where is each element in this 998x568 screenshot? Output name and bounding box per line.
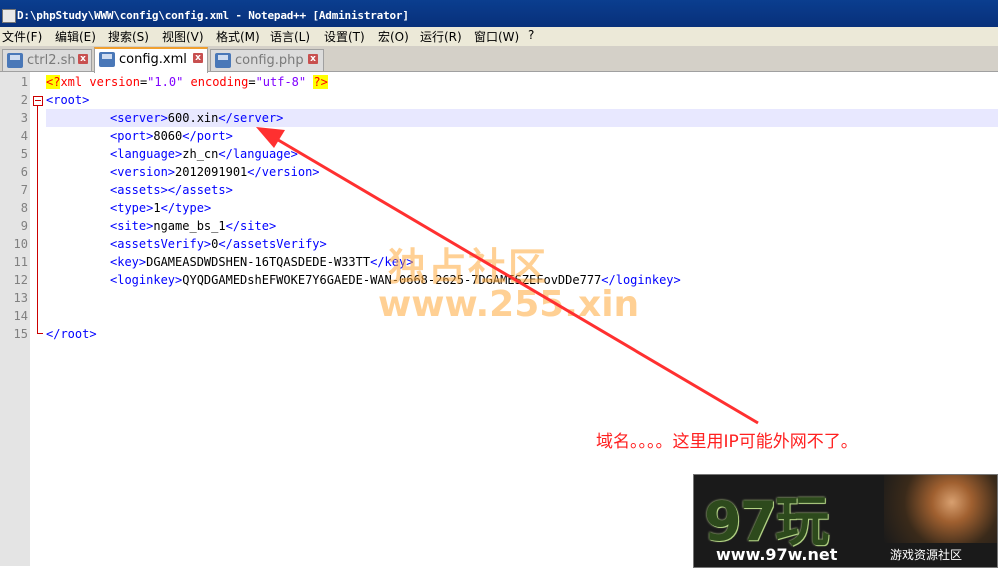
- watermark-url: www.255.xin: [378, 284, 640, 325]
- code-line-10: <assetsVerify>0</assetsVerify>: [110, 237, 327, 251]
- badge-url: www.97w.net: [716, 545, 838, 564]
- line-number-gutter: 1 2 3 4 5 6 7 8 9 10 11 12 13 14 15: [0, 72, 30, 566]
- menu-bar: 文件(F) 编辑(E) 搜索(S) 视图(V) 格式(M) 语言(L) 设置(T…: [0, 27, 998, 46]
- tab-config-php[interactable]: config.php x: [210, 49, 324, 71]
- code-line-15: </root>: [46, 327, 97, 341]
- code-line-6: <version>2012091901</version>: [110, 165, 320, 179]
- site-badge: 97玩 www.97w.net 游戏资源社区: [693, 474, 998, 568]
- line-number: 15: [13, 327, 28, 341]
- line-number: 1: [20, 75, 28, 89]
- tab-label: config.php: [235, 53, 304, 68]
- menu-help[interactable]: ?: [528, 28, 534, 42]
- line-number: 12: [13, 273, 28, 287]
- tab-bar: ctrl2.sh x config.xml x config.php x: [0, 46, 998, 73]
- code-line-9: <site>ngame_bs_1</site>: [110, 219, 277, 233]
- close-icon[interactable]: x: [78, 54, 88, 64]
- annotation-text: 域名。。。。这里用IP可能外网不了。: [596, 432, 858, 452]
- code-line-8: <type>1</type>: [110, 201, 212, 215]
- close-icon[interactable]: x: [308, 54, 318, 64]
- code-line-11: <key>DGAMEASDWDSHEN-16TQASDEDE-W33TT</ke…: [110, 255, 414, 269]
- line-number: 14: [13, 309, 28, 323]
- menu-macro[interactable]: 宏(O): [378, 28, 409, 45]
- fold-line: [37, 106, 38, 334]
- menu-run[interactable]: 运行(R): [420, 28, 462, 45]
- menu-edit[interactable]: 编辑(E): [55, 28, 96, 45]
- line-number: 4: [20, 129, 28, 143]
- file-icon: [7, 53, 23, 68]
- code-line-4: <port>8060</port>: [110, 129, 233, 143]
- code-line-1: <?xml version="1.0" encoding="utf-8" ?>: [46, 75, 328, 89]
- menu-search[interactable]: 搜索(S): [108, 28, 149, 45]
- menu-window[interactable]: 窗口(W): [474, 28, 519, 45]
- menu-language[interactable]: 语言(L): [270, 28, 310, 45]
- watermark-logo: 独占社区: [388, 245, 549, 289]
- line-number: 9: [20, 219, 28, 233]
- line-number: 8: [20, 201, 28, 215]
- line-number: 3: [20, 111, 28, 125]
- line-number: 6: [20, 165, 28, 179]
- window-title: D:\phpStudy\WWW\config\config.xml - Note…: [17, 9, 409, 22]
- line-number: 5: [20, 147, 28, 161]
- menu-format[interactable]: 格式(M): [216, 28, 260, 45]
- tab-ctrl2-sh[interactable]: ctrl2.sh x: [2, 49, 92, 71]
- line-number: 10: [13, 237, 28, 251]
- file-icon: [99, 52, 115, 67]
- code-line-7: <assets></assets>: [110, 183, 233, 197]
- fold-toggle-icon[interactable]: [33, 96, 43, 106]
- menu-file[interactable]: 文件(F): [2, 28, 42, 45]
- code-line-2: <root>: [46, 93, 90, 107]
- code-line-3: <server>600.xin</server>: [110, 111, 284, 125]
- tab-config-xml[interactable]: config.xml x: [94, 47, 208, 73]
- tab-label: config.xml: [119, 52, 187, 67]
- tab-label: ctrl2.sh: [27, 53, 76, 68]
- menu-view[interactable]: 视图(V): [162, 28, 204, 45]
- line-number: 11: [13, 255, 28, 269]
- fold-end: [37, 333, 43, 334]
- close-icon[interactable]: x: [193, 53, 203, 63]
- line-number: 7: [20, 183, 28, 197]
- file-icon: [215, 53, 231, 68]
- title-bar: D:\phpStudy\WWW\config\config.xml - Note…: [0, 0, 998, 28]
- badge-character-image: [884, 475, 997, 543]
- menu-settings[interactable]: 设置(T): [324, 28, 365, 45]
- badge-subtitle: 游戏资源社区: [890, 548, 963, 562]
- line-number: 13: [13, 291, 28, 305]
- app-icon: [2, 9, 16, 23]
- line-number: 2: [20, 93, 28, 107]
- code-line-5: <language>zh_cn</language>: [110, 147, 298, 161]
